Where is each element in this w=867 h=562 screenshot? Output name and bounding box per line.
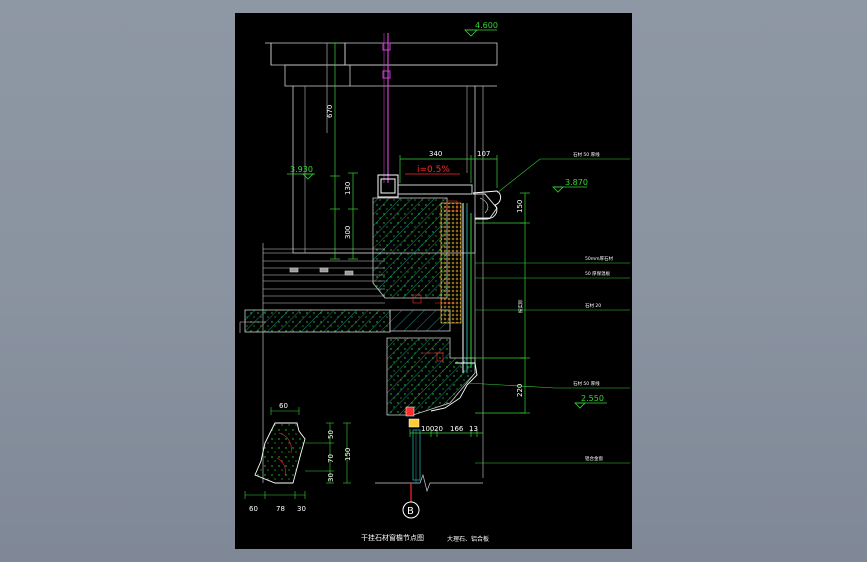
- detail-dim-50: 50: [327, 430, 335, 439]
- detail-dim-70: 70: [327, 454, 335, 463]
- dim-100: 100: [421, 425, 434, 433]
- dim-20: 20: [434, 425, 443, 433]
- detail-dim-150: 150: [344, 448, 352, 461]
- elevation-right-lower-label: 2.550: [581, 394, 604, 403]
- detail-dim-30: 30: [327, 473, 335, 482]
- dim-107: 107: [477, 150, 490, 158]
- drawing-title: 干挂石材窗檐节点图: [361, 533, 424, 542]
- callout-4: 石材 20: [585, 302, 601, 309]
- drawing-subtitle: 大理石、铝合板: [447, 535, 489, 543]
- dim-300: 300: [344, 226, 352, 239]
- dim-130: 130: [344, 182, 352, 195]
- callout-1: 石材 50 厚线: [573, 151, 600, 158]
- slope-label: i=0.5%: [417, 165, 450, 175]
- elevation-left: 3.930: [287, 165, 315, 180]
- section-marker: B: [402, 483, 420, 519]
- break-line: [375, 473, 483, 493]
- callout-leaders: [466, 158, 630, 464]
- center-axis: [382, 33, 391, 183]
- lower-sill: [386, 337, 478, 483]
- moulding-detail: 60 50 70 30 150 60 78 30: [244, 402, 352, 513]
- detail-dim-60-bottom: 60: [249, 505, 258, 513]
- elevation-top-label: 4.600: [475, 21, 498, 30]
- dim-13: 13: [469, 425, 478, 433]
- section-marker-label: B: [407, 506, 414, 517]
- slab-layers: [239, 243, 385, 483]
- elevation-left-label: 3.930: [290, 165, 313, 174]
- elevation-right-lower: 2.550: [574, 394, 607, 409]
- cornice-moulding: [472, 190, 502, 220]
- drawing-sheet: 4.600 3.930 3.870 2.550 670 130 300 340 …: [235, 13, 632, 549]
- section-drawing: 4.600 3.930 3.870 2.550 670 130 300 340 …: [239, 21, 630, 543]
- callout-3: 50 厚保温板: [585, 270, 611, 277]
- callout-2: 50mm厚石材: [585, 255, 613, 262]
- dim-150-right: 150: [516, 200, 524, 213]
- callout-5: 石材 50 厚线: [573, 380, 600, 387]
- dim-variable: 按实际: [517, 299, 524, 313]
- concrete-core: [244, 197, 451, 333]
- elevation-right-upper-label: 3.870: [565, 178, 588, 187]
- elevation-top: 4.600: [464, 21, 498, 37]
- detail-dim-30-bottom: 30: [297, 505, 306, 513]
- detail-dim-78: 78: [276, 505, 285, 513]
- dim-670: 670: [326, 105, 334, 118]
- dim-340: 340: [429, 150, 442, 158]
- elevation-right-upper: 3.870: [552, 178, 588, 193]
- detail-dim-60-top: 60: [279, 402, 288, 410]
- dim-166: 166: [450, 425, 464, 433]
- callout-6: 铝合金窗: [585, 455, 603, 462]
